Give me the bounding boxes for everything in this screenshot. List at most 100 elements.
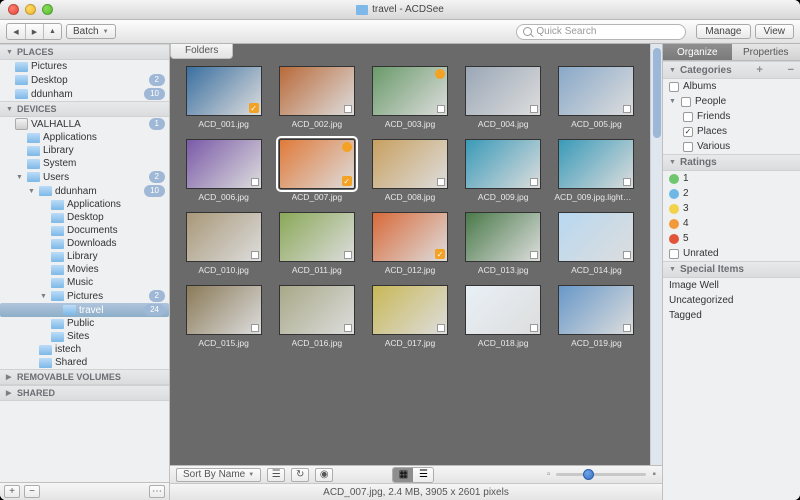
thumbnail[interactable]: ACD_015.jpg <box>180 285 267 348</box>
thumbnail[interactable]: ACD_009.jpg.lightmaster.1.jpg <box>553 139 640 202</box>
remove-category-button[interactable]: − <box>788 64 794 76</box>
thumbnail[interactable]: ACD_005.jpg <box>553 66 640 129</box>
nav-forward-button[interactable]: ▶ <box>25 24 43 39</box>
zoom-out-icon[interactable]: ▫ <box>547 469 551 480</box>
checkbox[interactable] <box>530 251 538 259</box>
tree-item[interactable]: Desktop <box>0 211 169 224</box>
checkbox[interactable] <box>623 105 631 113</box>
special-item[interactable]: Uncategorized <box>663 293 800 308</box>
thumbnail[interactable]: ACD_017.jpg <box>366 285 453 348</box>
checkbox[interactable] <box>530 178 538 186</box>
thumbnail[interactable]: ACD_003.jpg <box>366 66 453 129</box>
batch-button[interactable]: Batch ▼ <box>66 24 116 39</box>
sidebar-options-button[interactable]: ⋯ <box>149 485 165 498</box>
tree-item[interactable]: Applications <box>0 198 169 211</box>
section-header[interactable]: ▼PLACES <box>0 44 169 60</box>
grid-view-button[interactable]: ▦ <box>393 468 413 482</box>
checkbox[interactable] <box>344 324 352 332</box>
thumbnail[interactable]: ACD_016.jpg <box>273 285 360 348</box>
special-item[interactable]: Image Well <box>663 278 800 293</box>
category-item[interactable]: ▼People <box>663 94 800 109</box>
checkbox[interactable] <box>530 324 538 332</box>
section-header[interactable]: ▶SHARED <box>0 385 169 401</box>
tree-item[interactable]: Applications <box>0 131 169 144</box>
tree-item[interactable]: ddunham10 <box>0 87 169 101</box>
thumbnail-grid[interactable]: ✓ACD_001.jpgACD_002.jpgACD_003.jpgACD_00… <box>170 44 650 465</box>
checkbox[interactable] <box>530 105 538 113</box>
category-item[interactable]: Albums <box>663 79 800 94</box>
tree-item[interactable]: Shared <box>0 356 169 369</box>
tree-item[interactable]: Pictures <box>0 60 169 73</box>
tree-item[interactable]: Library <box>0 250 169 263</box>
checkbox[interactable] <box>623 251 631 259</box>
tree-item[interactable]: Movies <box>0 263 169 276</box>
tree-item[interactable]: Library <box>0 144 169 157</box>
checkbox[interactable] <box>437 178 445 186</box>
ratings-header[interactable]: ▼ Ratings <box>663 154 800 171</box>
special-item[interactable]: Tagged <box>663 308 800 323</box>
checkbox[interactable] <box>344 251 352 259</box>
tree-item[interactable]: Downloads <box>0 237 169 250</box>
thumbnail[interactable]: ACD_014.jpg <box>553 212 640 275</box>
section-header[interactable]: ▼DEVICES <box>0 101 169 117</box>
slider-knob[interactable] <box>583 469 594 480</box>
thumbnail[interactable]: ✓ACD_007.jpg <box>273 139 360 202</box>
tree-item[interactable]: travel24 <box>0 303 169 317</box>
thumbnail[interactable]: ACD_019.jpg <box>553 285 640 348</box>
checkbox[interactable] <box>623 178 631 186</box>
tree-item[interactable]: System <box>0 157 169 170</box>
nav-up-button[interactable]: ▲ <box>43 24 61 39</box>
manage-button[interactable]: Manage <box>696 24 750 39</box>
thumbnail[interactable]: ACD_010.jpg <box>180 212 267 275</box>
checkbox[interactable]: ✓ <box>683 127 693 137</box>
section-header[interactable]: ▶REMOVABLE VOLUMES <box>0 369 169 385</box>
checkbox[interactable] <box>251 251 259 259</box>
rating-item[interactable]: 3 <box>663 201 800 216</box>
filter-button[interactable]: ☰ <box>267 468 285 482</box>
checkbox[interactable] <box>437 324 445 332</box>
tab-organize[interactable]: Organize <box>663 44 732 61</box>
thumbnail[interactable]: ACD_002.jpg <box>273 66 360 129</box>
thumbnail[interactable]: ACD_006.jpg <box>180 139 267 202</box>
rating-item[interactable]: 5 <box>663 231 800 246</box>
preview-button[interactable]: ◉ <box>315 468 333 482</box>
rating-item[interactable]: 4 <box>663 216 800 231</box>
scrollbar[interactable] <box>650 44 662 465</box>
thumbnail[interactable]: ACD_013.jpg <box>460 212 547 275</box>
folders-tab[interactable]: Folders <box>170 44 233 59</box>
checkbox[interactable] <box>681 97 691 107</box>
view-button[interactable]: View <box>755 24 795 39</box>
thumbnail[interactable]: ACD_018.jpg <box>460 285 547 348</box>
tree-item[interactable]: istech <box>0 343 169 356</box>
checkbox[interactable] <box>251 324 259 332</box>
checkbox[interactable] <box>437 105 445 113</box>
thumbnail[interactable]: ACD_011.jpg <box>273 212 360 275</box>
checkbox[interactable] <box>344 105 352 113</box>
checkbox[interactable] <box>669 82 679 92</box>
thumbnail[interactable]: ✓ACD_012.jpg <box>366 212 453 275</box>
tab-properties[interactable]: Properties <box>732 44 800 61</box>
tree-item[interactable]: Sites <box>0 330 169 343</box>
checkbox[interactable] <box>683 142 693 152</box>
nav-back-button[interactable]: ◀ <box>7 24 25 39</box>
tree-item[interactable]: ▼Pictures2 <box>0 289 169 303</box>
special-header[interactable]: ▼ Special Items <box>663 261 800 278</box>
checkbox[interactable] <box>251 178 259 186</box>
tree-item[interactable]: Desktop2 <box>0 73 169 87</box>
zoom-slider[interactable] <box>556 473 646 476</box>
remove-button[interactable]: − <box>24 485 40 498</box>
add-category-button[interactable]: + <box>756 64 762 76</box>
tree-item[interactable]: Documents <box>0 224 169 237</box>
tree-item[interactable]: VALHALLA1 <box>0 117 169 131</box>
tree-item[interactable]: Music <box>0 276 169 289</box>
tree-item[interactable]: Public <box>0 317 169 330</box>
tree-item[interactable]: ▼Users2 <box>0 170 169 184</box>
zoom-in-icon[interactable]: ▪ <box>652 469 656 480</box>
rotate-button[interactable]: ↻ <box>291 468 309 482</box>
scroll-thumb[interactable] <box>653 48 661 138</box>
category-item[interactable]: ✓Places <box>663 124 800 139</box>
rating-item[interactable]: 1 <box>663 171 800 186</box>
tree-item[interactable]: ▼ddunham10 <box>0 184 169 198</box>
rating-item[interactable]: Unrated <box>663 246 800 261</box>
thumbnail[interactable]: ACD_004.jpg <box>460 66 547 129</box>
